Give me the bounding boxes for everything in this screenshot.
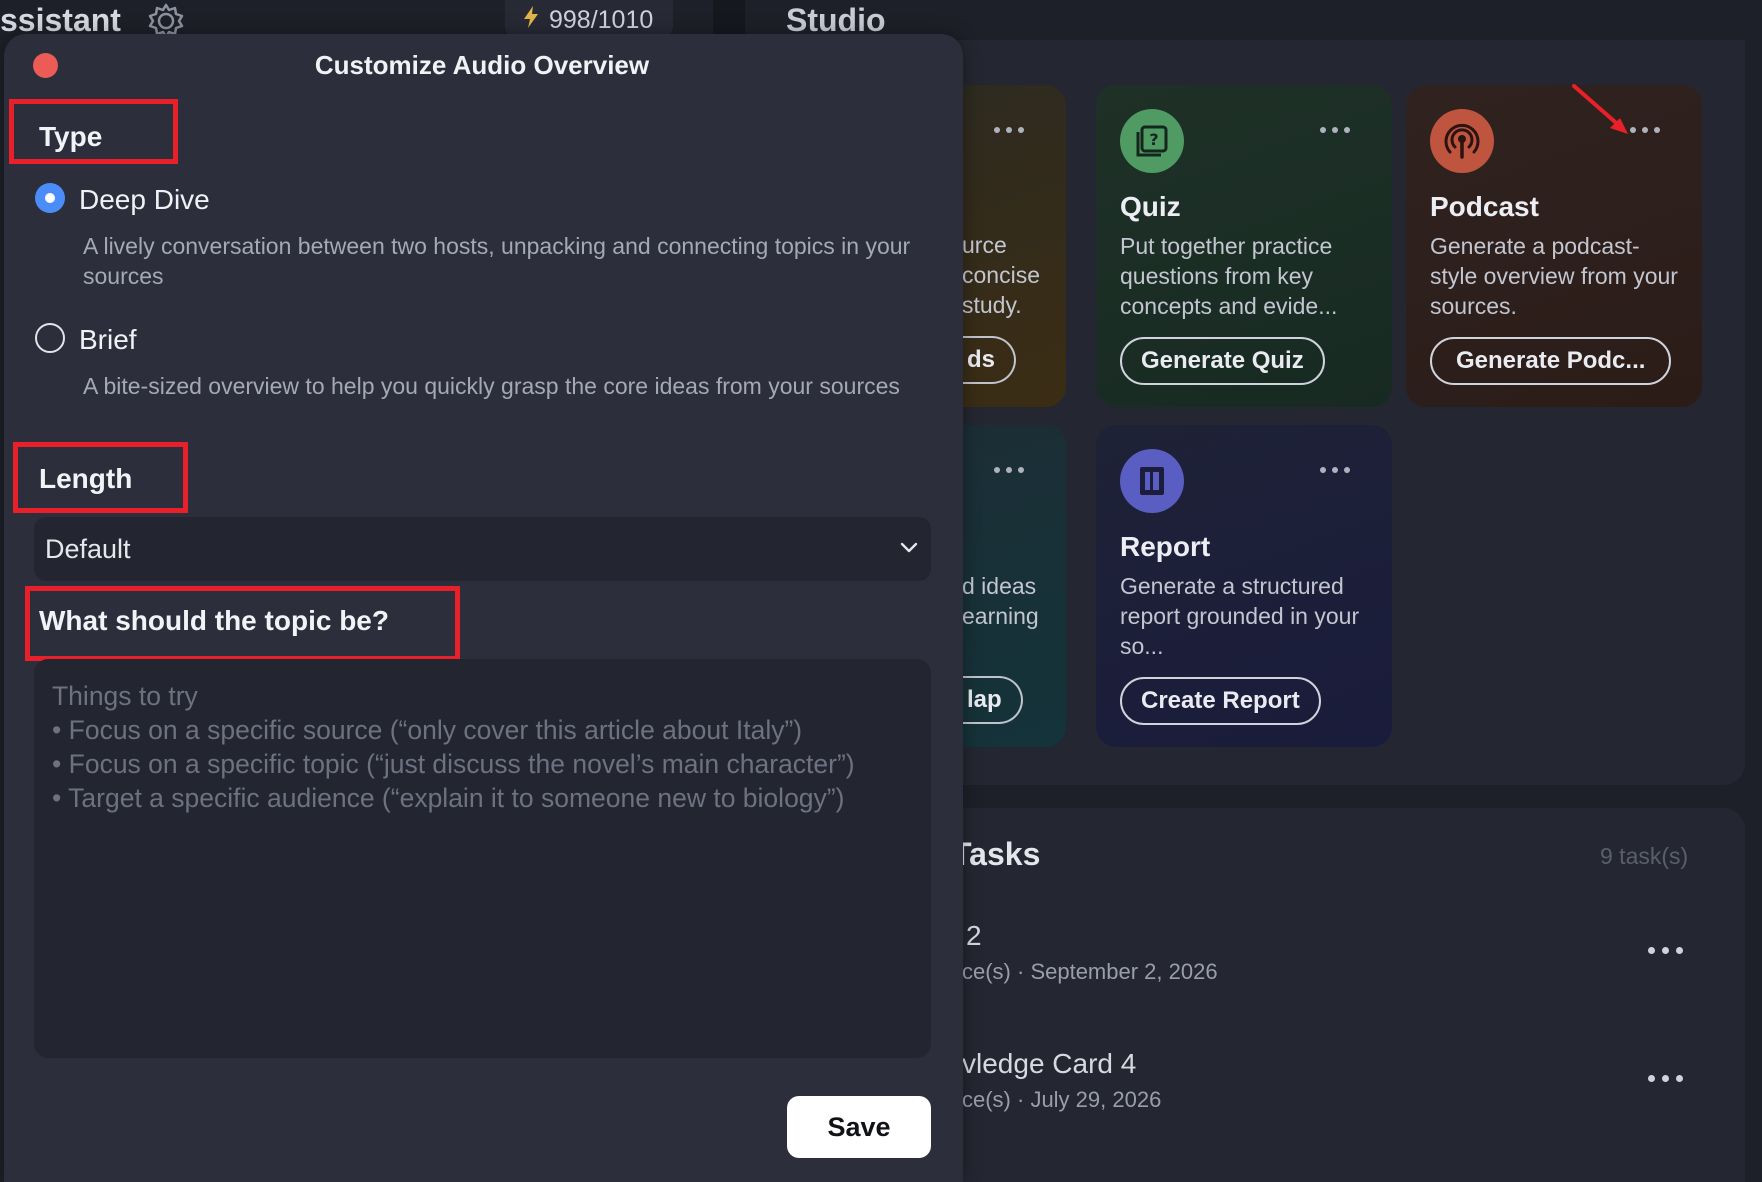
more-options-icon[interactable] [1630, 127, 1660, 133]
create-report-button[interactable]: Create Report [1120, 677, 1321, 725]
deep-dive-radio[interactable] [35, 183, 65, 213]
quiz-icon: ? [1120, 109, 1184, 173]
generate-podcast-button[interactable]: Generate Podc... [1430, 337, 1672, 385]
podcast-icon [1430, 109, 1494, 173]
type-label: Type [39, 121, 103, 152]
report-icon [1120, 449, 1184, 513]
length-label: Length [39, 463, 133, 494]
more-options-icon[interactable] [994, 127, 1024, 133]
length-select[interactable]: Default [34, 517, 931, 581]
task-item-title[interactable]: vledge Card 4 [962, 1048, 1136, 1080]
card-title: Quiz [1120, 191, 1181, 222]
tasks-title: Tasks [952, 836, 1041, 872]
modal-title: Customize Audio Overview [314, 50, 650, 80]
credits-count: 998/1010 [549, 5, 654, 34]
svg-text:?: ? [1149, 130, 1158, 149]
topic-textarea[interactable]: Things to try • Focus on a specific sour… [34, 659, 931, 1058]
annotation-arrow-icon [1572, 84, 1628, 134]
topic-label: What should the topic be? [39, 605, 389, 636]
brief-radio[interactable] [35, 323, 65, 353]
more-options-icon[interactable] [994, 467, 1024, 473]
task-item-meta: ce(s) · July 29, 2026 [962, 1087, 1162, 1112]
card-description: Put together practice questions from key… [1120, 233, 1338, 319]
flashcards-desc: urce concise study. [962, 232, 1040, 318]
task-item-meta: ce(s) · September 2, 2026 [962, 959, 1218, 984]
more-options-icon[interactable] [1320, 127, 1350, 133]
length-select-value: Default [45, 533, 131, 564]
more-options-icon[interactable] [1320, 467, 1350, 473]
task-item-title[interactable]: 2 [966, 920, 982, 952]
task-more-icon[interactable] [1648, 1075, 1683, 1082]
generate-quiz-button[interactable]: Generate Quiz [1120, 337, 1325, 385]
brief-label[interactable]: Brief [79, 324, 137, 356]
quiz-card[interactable]: ? Quiz Put together practice questions f… [1096, 85, 1392, 407]
task-more-icon[interactable] [1648, 947, 1683, 954]
deep-dive-description: A lively conversation between two hosts,… [83, 233, 911, 289]
mind-map-desc: d ideas earning [962, 573, 1039, 629]
card-title: Podcast [1430, 191, 1539, 222]
lightning-icon [523, 5, 539, 35]
chevron-down-icon [899, 540, 919, 559]
tasks-count: 9 task(s) [1600, 843, 1689, 869]
podcast-card[interactable]: Podcast Generate a podcast-style overvie… [1406, 85, 1702, 407]
save-button[interactable]: Save [787, 1096, 931, 1158]
deep-dive-label[interactable]: Deep Dive [79, 184, 210, 216]
brief-description: A bite-sized overview to help you quickl… [83, 373, 900, 399]
card-description: Generate a podcast-style overview from y… [1430, 233, 1678, 319]
report-card[interactable]: Report Generate a structured report grou… [1096, 425, 1392, 747]
card-description: Generate a structured report grounded in… [1120, 573, 1360, 659]
card-title: Report [1120, 531, 1211, 562]
